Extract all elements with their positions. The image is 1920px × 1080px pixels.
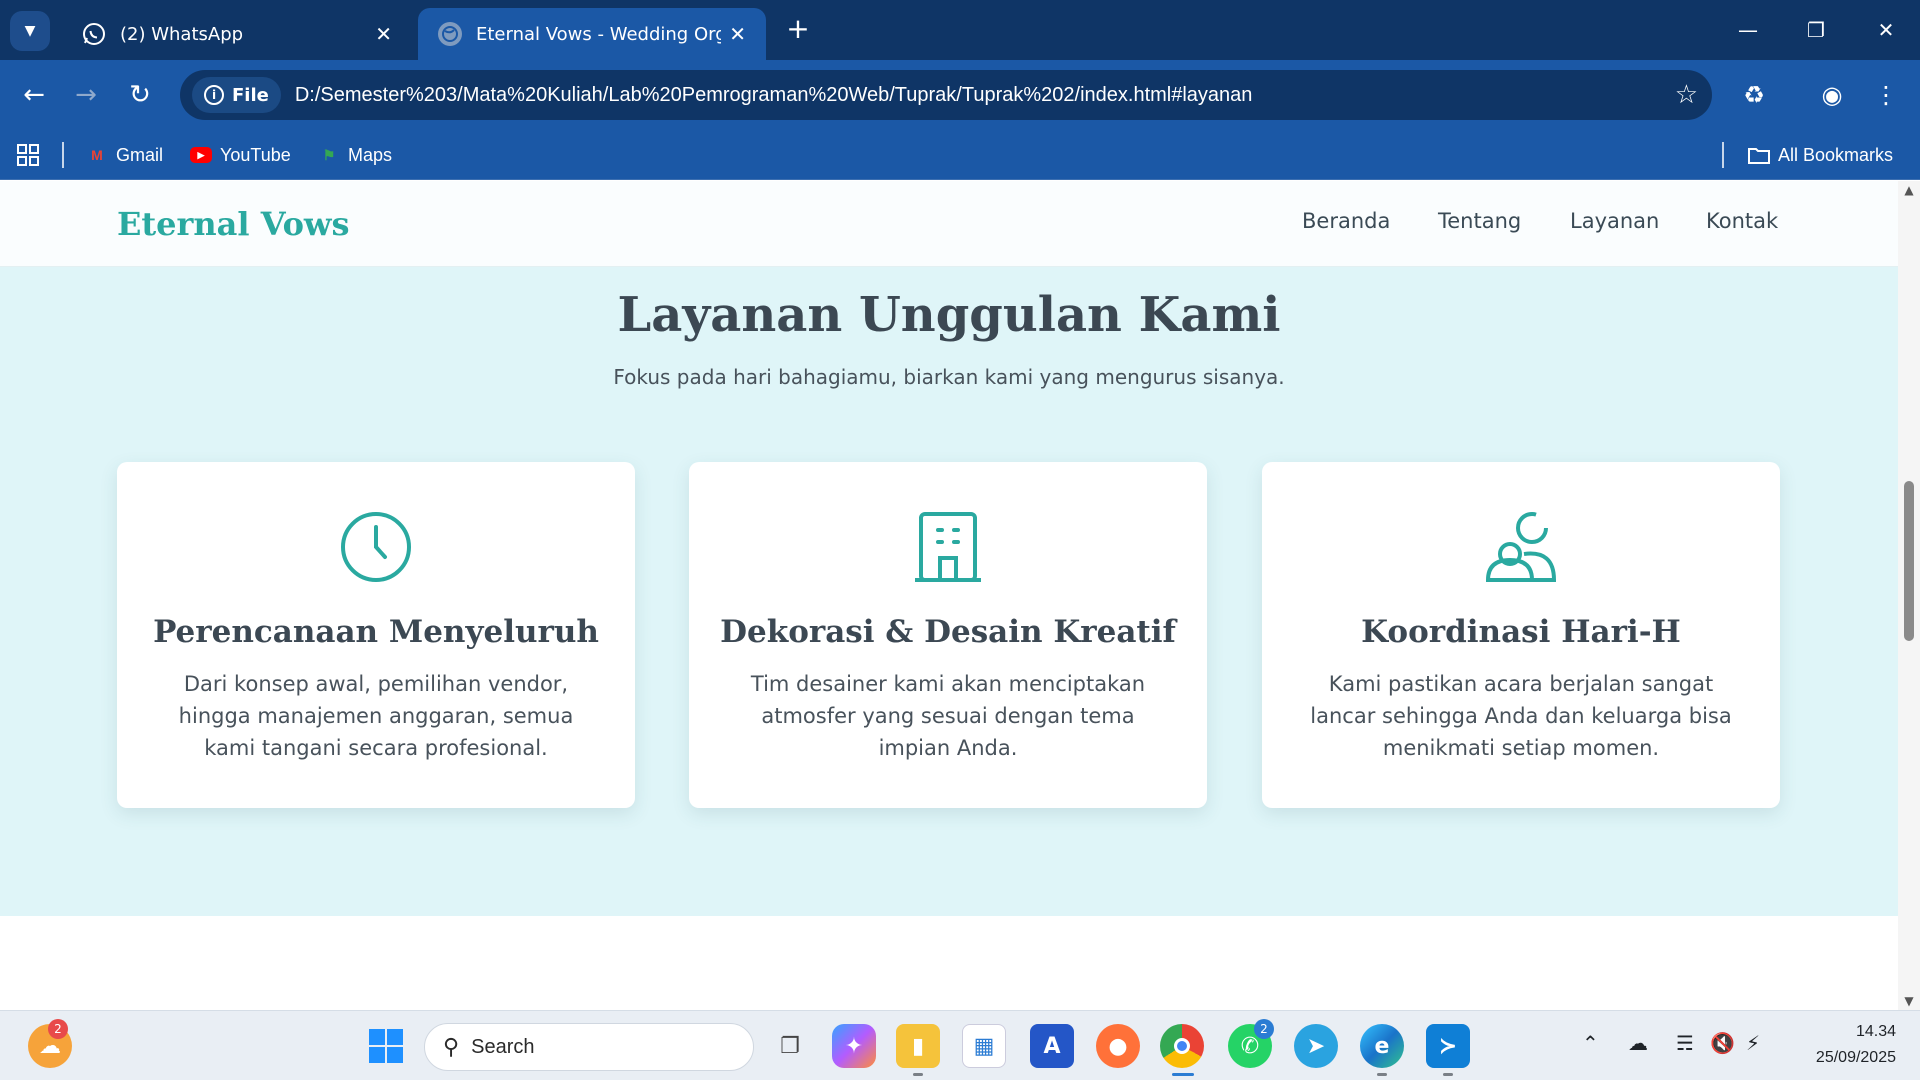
nav-tentang[interactable]: Tentang [1438,209,1521,233]
all-bookmarks-button[interactable]: All Bookmarks [1748,140,1893,170]
youtube-icon: ▶ [190,147,212,163]
address-bar[interactable]: i File D:/Semester%203/Mata%20Kuliah/Lab… [180,70,1712,120]
all-bookmarks-label: All Bookmarks [1778,144,1894,165]
chrome-icon[interactable] [1160,1024,1204,1068]
running-indicator [1443,1073,1453,1076]
tab-search-button[interactable]: ▼ [10,11,50,51]
site-info-chip[interactable]: i File [192,77,281,113]
running-indicator [1172,1073,1194,1076]
extensions-icon[interactable]: ♻ [1734,75,1774,115]
nav-beranda[interactable]: Beranda [1302,209,1390,233]
bookmark-star-icon[interactable]: ☆ [1675,80,1698,110]
system-clock[interactable]: 14.34 25/09/2025 [1796,1019,1896,1071]
card-title: Koordinasi Hari-H [1361,614,1681,650]
bookmark-label: Gmail [116,144,164,165]
scroll-up-icon[interactable]: ▲ [1902,183,1916,197]
weather-badge: 2 [48,1019,68,1039]
tab-title: (2) WhatsApp [120,23,244,45]
bookmark-separator [1722,142,1724,168]
section-title: Layanan Unggulan Kami [617,287,1281,343]
service-card: Dekorasi & Desain Kreatif Tim desainer k… [689,462,1207,808]
clock-date: 25/09/2025 [1815,1049,1896,1066]
tab-whatsapp[interactable]: (2) WhatsApp ✕ [62,8,412,60]
running-indicator [913,1073,923,1076]
windows-taskbar: ☁ 2 ⚲ Search ❐ ✦ ▮ ▦ A ● ✆ 2 ➤ e ≻ ⌃ ☁ ☴… [0,1010,1920,1080]
service-card: Koordinasi Hari-H Kami pastikan acara be… [1262,462,1780,808]
bookmark-youtube[interactable]: ▶ YouTube [190,140,291,170]
page-scrollbar[interactable]: ▲ ▼ [1898,181,1920,1010]
service-card: Perencanaan Menyeluruh Dari konsep awal,… [117,462,635,808]
close-icon[interactable]: ✕ [375,22,392,46]
browser-tab-bar: ▼ (2) WhatsApp ✕ Eternal Vows - Wedding … [0,0,1920,60]
tab-title: Eternal Vows - Wedding Organi [476,23,722,45]
vscode-icon[interactable]: ≻ [1426,1024,1470,1068]
gmail-icon: M [91,147,103,163]
forward-button[interactable]: → [66,75,106,115]
wifi-icon[interactable]: ☴ [1676,1031,1694,1055]
copilot-icon[interactable]: ✦ [832,1024,876,1068]
bookmarks-bar: M Gmail ▶ YouTube ⚑ Maps All Bookmarks [0,130,1920,180]
bookmark-separator [62,142,64,168]
bookmark-maps[interactable]: ⚑ Maps [318,140,392,170]
bookmark-label: YouTube [220,144,291,165]
search-placeholder: Search [471,1035,535,1058]
edge-icon[interactable]: e [1360,1024,1404,1068]
back-button[interactable]: ← [14,75,54,115]
site-chip-label: File [232,84,269,106]
onedrive-icon[interactable]: ☁ [1628,1031,1648,1055]
folder-icon [1748,144,1770,166]
battery-icon[interactable]: ⚡ [1746,1031,1760,1055]
firefox-icon[interactable]: ● [1096,1024,1140,1068]
azure-data-studio-icon[interactable]: A [1030,1024,1074,1068]
minimize-button[interactable]: — [1718,10,1778,50]
start-icon[interactable] [364,1024,408,1068]
telegram-icon[interactable]: ➤ [1294,1024,1338,1068]
clock-icon [339,510,413,584]
profile-avatar[interactable]: ◉ [1812,75,1852,115]
nav-layanan[interactable]: Layanan [1570,209,1659,233]
maps-icon: ⚑ [322,146,336,163]
site-logo[interactable]: Eternal Vows [117,205,349,243]
reload-button[interactable]: ↻ [120,75,160,115]
close-icon[interactable]: ✕ [729,22,746,46]
url-text[interactable]: D:/Semester%203/Mata%20Kuliah/Lab%20Pemr… [295,84,1253,107]
taskbar-search[interactable]: ⚲ Search [424,1023,754,1071]
apps-icon[interactable] [16,140,40,170]
bookmark-gmail[interactable]: M Gmail [86,140,163,170]
microsoft-store-icon[interactable]: ▦ [962,1024,1006,1068]
new-tab-button[interactable]: + [780,12,816,48]
restore-button[interactable]: ❐ [1786,10,1846,50]
menu-icon[interactable]: ⋮ [1866,75,1906,115]
globe-icon [438,22,462,46]
tab-eternal-vows[interactable]: Eternal Vows - Wedding Organi ✕ [418,8,766,60]
running-indicator [1377,1073,1387,1076]
scroll-thumb[interactable] [1904,481,1914,641]
chevron-up-icon[interactable]: ⌃ [1582,1031,1599,1055]
chevron-down-icon: ▼ [24,23,36,39]
file-explorer-icon[interactable]: ▮ [896,1024,940,1068]
nav-kontak[interactable]: Kontak [1706,209,1778,233]
browser-toolbar: ← → ↻ i File D:/Semester%203/Mata%20Kuli… [0,60,1920,130]
users-icon [1484,510,1558,584]
card-title: Dekorasi & Desain Kreatif [720,614,1176,650]
card-text: Tim desainer kami akan menciptakan atmos… [750,672,1146,760]
card-text: Kami pastikan acara berjalan sangat lanc… [1310,672,1732,760]
volume-muted-icon[interactable]: 🔇 [1710,1031,1735,1055]
site-header: Eternal Vows Beranda Tentang Layanan Kon… [0,181,1898,267]
task-view-icon[interactable]: ❐ [768,1024,812,1068]
whatsapp-icon [82,22,106,46]
card-text: Dari konsep awal, pemilihan vendor, hing… [178,672,574,760]
bookmark-label: Maps [348,144,393,165]
whatsapp-badge: 2 [1254,1019,1274,1039]
section-subtitle: Fokus pada hari bahagiamu, biarkan kami … [613,365,1285,389]
search-icon: ⚲ [443,1034,460,1059]
page-viewport: Eternal Vows Beranda Tentang Layanan Kon… [0,181,1898,1010]
building-icon [911,510,985,584]
scroll-down-icon[interactable]: ▼ [1902,994,1916,1008]
services-section: Layanan Unggulan Kami Fokus pada hari ba… [0,267,1898,916]
info-icon: i [204,85,224,105]
card-title: Perencanaan Menyeluruh [153,614,599,650]
clock-time: 14.34 [1855,1023,1896,1040]
close-window-button[interactable]: ✕ [1856,10,1916,50]
